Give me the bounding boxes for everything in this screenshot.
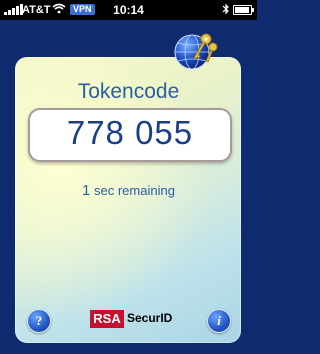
remaining-seconds: 1: [82, 182, 91, 199]
info-icon: i: [217, 313, 221, 328]
tokencode-value: 778 055: [66, 114, 194, 151]
time-remaining: 1 sec remaining: [0, 182, 257, 199]
status-bar: AT&T VPN 10:14: [0, 0, 257, 20]
battery-level: [235, 7, 249, 13]
battery-icon: [233, 5, 254, 15]
status-time: 10:14: [113, 3, 144, 17]
help-button[interactable]: ?: [27, 309, 51, 333]
question-mark-icon: ?: [35, 313, 43, 328]
globe-with-keys-icon: [172, 28, 220, 76]
securid-label: SecurID: [127, 311, 173, 325]
bluetooth-icon: [222, 3, 230, 18]
tokencode-heading: Tokencode: [77, 80, 180, 103]
rsa-logo: RSA: [90, 310, 124, 328]
remaining-label: sec remaining: [94, 183, 175, 198]
info-button[interactable]: i: [207, 309, 231, 333]
